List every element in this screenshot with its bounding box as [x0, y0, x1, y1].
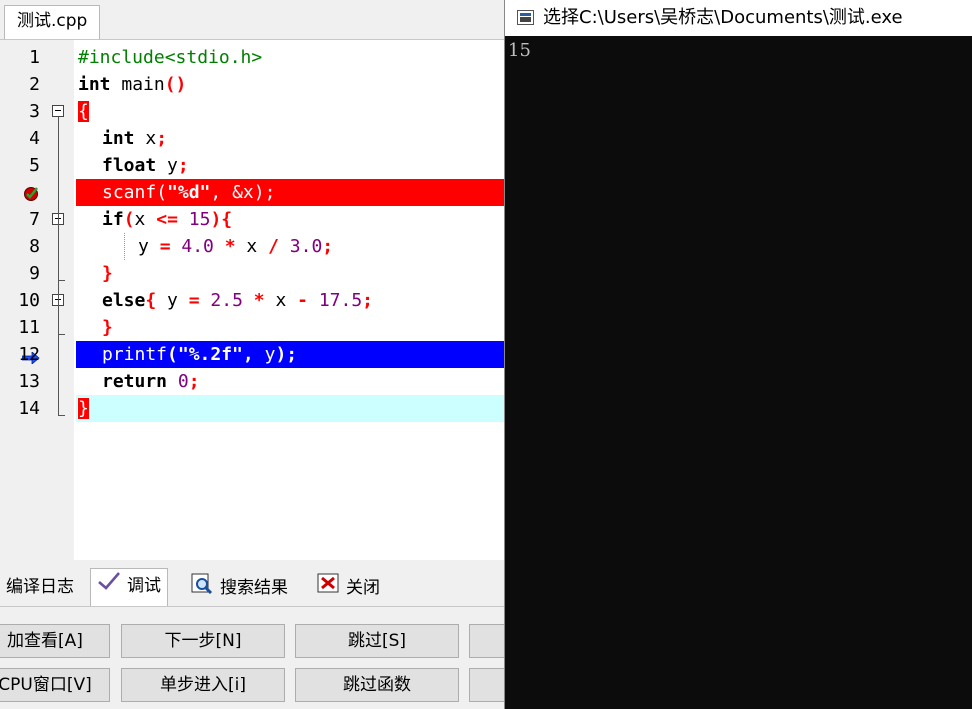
line-number[interactable]: 12 — [10, 341, 40, 368]
breakpoint-line[interactable]: scanf("%d", &x); — [76, 179, 504, 206]
fold-guide-line — [58, 306, 59, 334]
file-tab[interactable]: 测试.cpp — [4, 5, 101, 39]
indent-guide — [124, 233, 126, 260]
fold-end-marker — [58, 334, 65, 335]
code-line[interactable]: #include<stdio.h> — [76, 44, 504, 71]
tab-label: 搜索结果 — [220, 578, 288, 598]
ide-window: 测试.cpp 1 2 3 4 5 7 8 9 10 11 12 13 14 #include<stdio… — [0, 0, 529, 709]
fold-toggle-icon[interactable] — [52, 105, 64, 117]
code-text: return 0; — [102, 371, 200, 392]
cpu-window-button[interactable]: CPU窗口[V] — [0, 668, 110, 702]
tab-compile-log[interactable]: 编译日志 — [0, 572, 80, 604]
line-number[interactable]: 1 — [10, 44, 40, 71]
code-line[interactable]: if(x <= 15){ — [76, 206, 504, 233]
line-number[interactable]: 5 — [10, 152, 40, 179]
console-title-bar[interactable]: 选择C:\Users\吴桥志\Documents\测试.exe — [505, 0, 972, 36]
tab-label: 关闭 — [346, 578, 380, 598]
line-number-text: 12 — [18, 344, 40, 365]
fold-end-marker — [58, 280, 65, 281]
breakpoint-icon — [24, 187, 38, 201]
code-line[interactable]: { — [76, 98, 504, 125]
line-number[interactable]: 3 — [10, 98, 40, 125]
check-icon — [97, 569, 121, 603]
step-over-function-button[interactable]: 跳过函数 — [295, 668, 459, 702]
code-line[interactable]: } — [76, 314, 504, 341]
code-line[interactable]: else{ y = 2.5 * x - 17.5; — [76, 287, 504, 314]
line-number[interactable]: 14 — [10, 395, 40, 422]
editor-tab-bar: 测试.cpp — [0, 0, 504, 40]
editor-gutter: 1 2 3 4 5 7 8 9 10 11 12 13 14 — [10, 40, 74, 560]
code-text: int x; — [102, 128, 168, 149]
line-number[interactable]: 4 — [10, 125, 40, 152]
fold-end-marker — [58, 415, 65, 416]
code-text: { — [78, 101, 89, 122]
bottom-panel-tabs: 编译日志 调试 搜索结果 关闭 — [0, 566, 504, 607]
code-line[interactable]: } — [76, 395, 504, 422]
code-text: #include<stdio.h> — [78, 47, 263, 68]
tab-label: 调试 — [127, 576, 161, 596]
line-number[interactable]: 8 — [10, 233, 40, 260]
tab-close[interactable]: 关闭 — [310, 572, 386, 604]
line-number[interactable]: 11 — [10, 314, 40, 341]
add-watch-button[interactable]: 加查看[A] — [0, 624, 110, 658]
close-panel-icon — [316, 572, 340, 604]
code-line[interactable]: return 0; — [76, 368, 504, 395]
code-line[interactable]: y = 4.0 * x / 3.0; — [76, 233, 504, 260]
fold-guide-line — [58, 225, 59, 280]
code-text: float y; — [102, 155, 189, 176]
console-output: 15 — [508, 40, 531, 61]
code-text: y = 4.0 * x / 3.0; — [138, 236, 334, 257]
tab-label: 编译日志 — [6, 577, 74, 597]
tab-debug[interactable]: 调试 — [90, 568, 168, 606]
line-number[interactable]: 13 — [10, 368, 40, 395]
console-window[interactable]: 选择C:\Users\吴桥志\Documents\测试.exe 15 — [504, 0, 972, 709]
code-text: else{ y = 2.5 * x - 17.5; — [102, 290, 374, 311]
code-text: if(x <= 15){ — [102, 209, 233, 230]
line-number[interactable]: 7 — [10, 206, 40, 233]
code-text: scanf("%d", &x); — [102, 182, 276, 203]
code-area[interactable]: #include<stdio.h> int main() { int x; float … — [76, 40, 504, 560]
code-text: int main() — [78, 74, 187, 95]
current-exec-line[interactable]: printf("%.2f", y); — [76, 341, 504, 368]
code-text: } — [102, 317, 113, 338]
code-text: } — [102, 263, 113, 284]
tab-search-results[interactable]: 搜索结果 — [184, 572, 294, 604]
line-number[interactable]: 2 — [10, 71, 40, 98]
step-into-button[interactable]: 单步进入[i] — [121, 668, 285, 702]
code-line[interactable]: } — [76, 260, 504, 287]
console-title: 选择C:\Users\吴桥志\Documents\测试.exe — [543, 7, 903, 28]
code-text: } — [78, 398, 89, 419]
code-line[interactable]: int x; — [76, 125, 504, 152]
line-number[interactable]: 9 — [10, 260, 40, 287]
code-line[interactable]: float y; — [76, 152, 504, 179]
console-app-icon — [517, 10, 534, 25]
skip-button[interactable]: 跳过[S] — [295, 624, 459, 658]
search-results-icon — [190, 572, 214, 604]
code-text: printf("%.2f", y); — [102, 344, 298, 365]
code-editor[interactable]: 1 2 3 4 5 7 8 9 10 11 12 13 14 #include<stdio.h> int … — [10, 40, 504, 560]
next-step-button[interactable]: 下一步[N] — [121, 624, 285, 658]
code-line[interactable]: int main() — [76, 71, 504, 98]
line-number[interactable]: 10 — [10, 287, 40, 314]
